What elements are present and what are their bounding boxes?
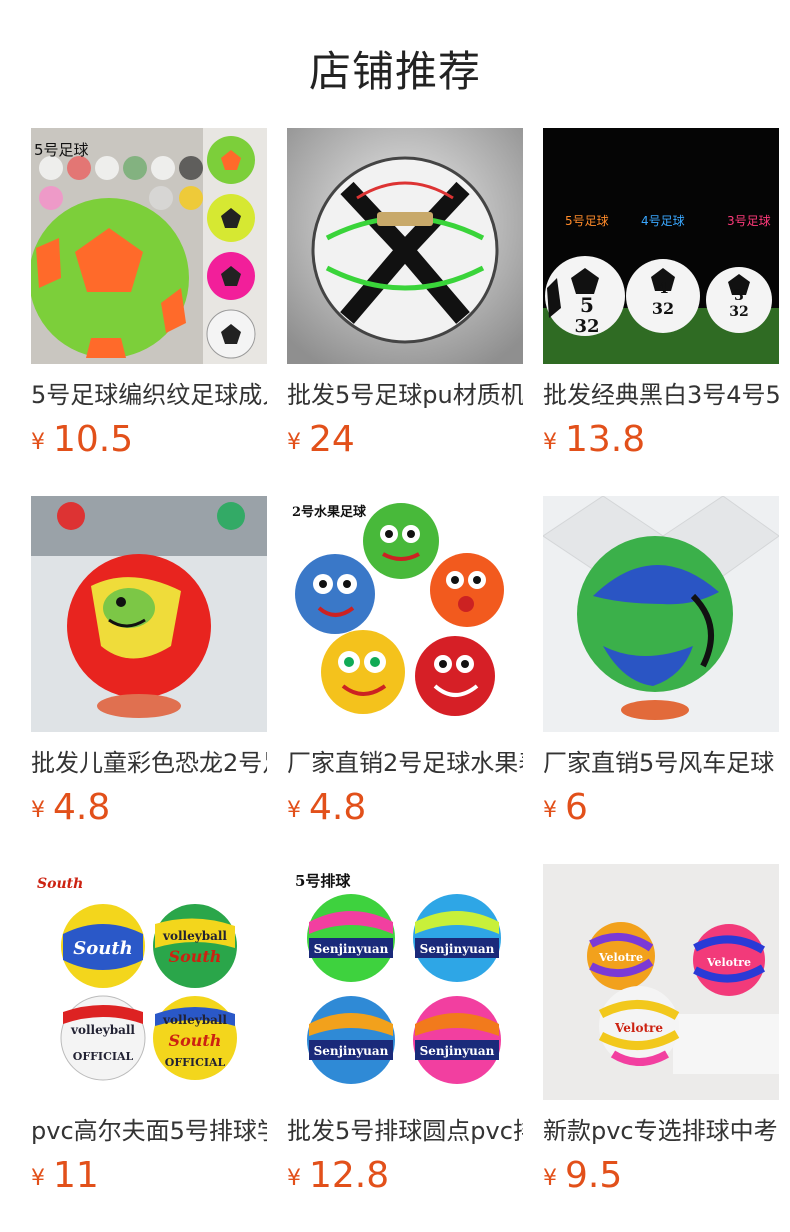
product-price: ¥9.5 (543, 1156, 779, 1199)
store-recommendation-page: 店铺推荐 5号足球 5号足球编织纹足球成人 ¥ 10.5 批发5号足球pu材质机… (0, 0, 790, 1232)
price-value: 10.5 (53, 419, 134, 460)
price-value: 13.8 (565, 419, 646, 460)
product-name[interactable]: 厂家直销5号风车足球 (543, 748, 779, 778)
currency-symbol: ¥ (31, 1166, 45, 1191)
currency-symbol: ¥ (31, 430, 45, 455)
ball-text: volleyball (162, 1013, 227, 1027)
product-card[interactable]: Velotre Velotre Velotre 新款pvc专选排球中考学生 ¥9… (543, 864, 779, 1232)
ball-text: South (169, 947, 222, 966)
price-value: 24 (309, 419, 355, 460)
image-label: 5号排球 (295, 872, 351, 890)
product-image[interactable] (31, 496, 267, 732)
product-grid: 5号足球 5号足球编织纹足球成人 ¥10.5 批发5号足球pu材质机缝 ¥ 24… (31, 128, 779, 1232)
section-title: 店铺推荐 (308, 47, 481, 96)
ball-text: Senjinyuan (314, 1044, 389, 1058)
product-price: ¥4.8 (31, 788, 267, 831)
currency-symbol: ¥ (287, 430, 301, 455)
currency-symbol: ¥ (543, 430, 557, 455)
product-price: ¥10.5 (31, 420, 267, 463)
svg-text:32: 32 (729, 304, 748, 320)
image-label: South (37, 876, 83, 892)
product-name[interactable]: 厂家直销2号足球水果表情 (287, 748, 523, 778)
price-value: 6 (565, 787, 588, 828)
currency-symbol: ¥ (31, 798, 45, 823)
currency-symbol: ¥ (543, 1166, 557, 1191)
product-image[interactable]: South South volleyball South volleyball … (31, 864, 267, 1100)
product-image[interactable] (287, 128, 523, 364)
image-label: 3号足球 (727, 214, 771, 228)
product-price: ¥6 (543, 788, 779, 831)
product-name[interactable]: 批发5号排球圆点pvc排球 (287, 1116, 523, 1146)
ball-text: Senjinyuan (420, 942, 495, 956)
product-image[interactable]: 5号排球 Senjinyuan Senjinyuan Senjinyuan Se… (287, 864, 523, 1100)
ball-text: Senjinyuan (314, 942, 389, 956)
product-name[interactable]: 批发儿童彩色恐龙2号足球 (31, 748, 267, 778)
ball-text: Velotre (706, 956, 751, 969)
product-image[interactable] (543, 496, 779, 732)
svg-text:3: 3 (734, 288, 744, 304)
product-card[interactable]: 5号排球 Senjinyuan Senjinyuan Senjinyuan Se… (287, 864, 523, 1232)
product-name[interactable]: 5号足球编织纹足球成人 (31, 380, 267, 410)
price-value: 9.5 (565, 1155, 623, 1196)
svg-text:5: 5 (580, 293, 594, 317)
ball-text: volleyball (70, 1023, 135, 1037)
product-name[interactable]: 新款pvc专选排球中考学生 (543, 1116, 779, 1146)
image-label: 5号足球 (34, 141, 89, 159)
currency-symbol: ¥ (287, 1166, 301, 1191)
image-label: 5号足球 (565, 214, 609, 228)
price-value: 4.8 (309, 787, 367, 828)
ball-text: OFFICIAL (165, 1056, 226, 1069)
ball-text: South (73, 938, 133, 959)
ball-text: volleyball (162, 929, 227, 943)
product-card[interactable]: 批发5号足球pu材质机缝 ¥24 (287, 128, 523, 496)
product-price: ¥24 (287, 420, 523, 463)
price-value: 11 (53, 1155, 99, 1196)
ball-text: South (169, 1031, 222, 1050)
product-price: ¥11 (31, 1156, 267, 1199)
svg-text:4: 4 (657, 278, 668, 297)
ball-text: OFFICIAL (73, 1050, 134, 1063)
currency-symbol: ¥ (287, 798, 301, 823)
price-value: 12.8 (309, 1155, 390, 1196)
product-image[interactable]: 5号足球 (31, 128, 267, 364)
product-card[interactable]: 厂家直销5号风车足球 ¥6 (543, 496, 779, 864)
ball-text: Velotre (598, 951, 643, 964)
product-image[interactable]: 5号足球 4号足球 3号足球 5 32 4 32 3 32 (543, 128, 779, 364)
product-price: ¥12.8 (287, 1156, 523, 1199)
product-price: ¥13.8 (543, 420, 779, 463)
product-name[interactable]: 批发5号足球pu材质机缝 (287, 380, 523, 410)
product-card[interactable]: South South volleyball South volleyball … (31, 864, 267, 1232)
product-image[interactable]: Velotre Velotre Velotre (543, 864, 779, 1100)
ball-text: Senjinyuan (420, 1044, 495, 1058)
product-name[interactable]: 批发经典黑白3号4号5号足球 (543, 380, 779, 410)
price-value: 4.8 (53, 787, 111, 828)
ball-text: Velotre (614, 1021, 663, 1035)
product-card[interactable]: 5号足球 4号足球 3号足球 5 32 4 32 3 32 批发经典黑白3号4号… (543, 128, 779, 496)
currency-symbol: ¥ (543, 798, 557, 823)
product-card[interactable]: 5号足球 5号足球编织纹足球成人 ¥10.5 (31, 128, 267, 496)
image-label: 4号足球 (641, 214, 685, 228)
product-image[interactable]: 2号水果足球 (287, 496, 523, 732)
svg-text:32: 32 (652, 299, 674, 318)
product-card[interactable]: 批发儿童彩色恐龙2号足球 ¥4.8 (31, 496, 267, 864)
image-label: 2号水果足球 (292, 504, 367, 520)
product-price: ¥4.8 (287, 788, 523, 831)
product-card[interactable]: 2号水果足球 厂家直销2号足球水果 ¥ 4.8 (287, 496, 523, 864)
svg-text:32: 32 (574, 316, 599, 337)
product-name[interactable]: pvc高尔夫面5号排球学生 (31, 1116, 267, 1146)
